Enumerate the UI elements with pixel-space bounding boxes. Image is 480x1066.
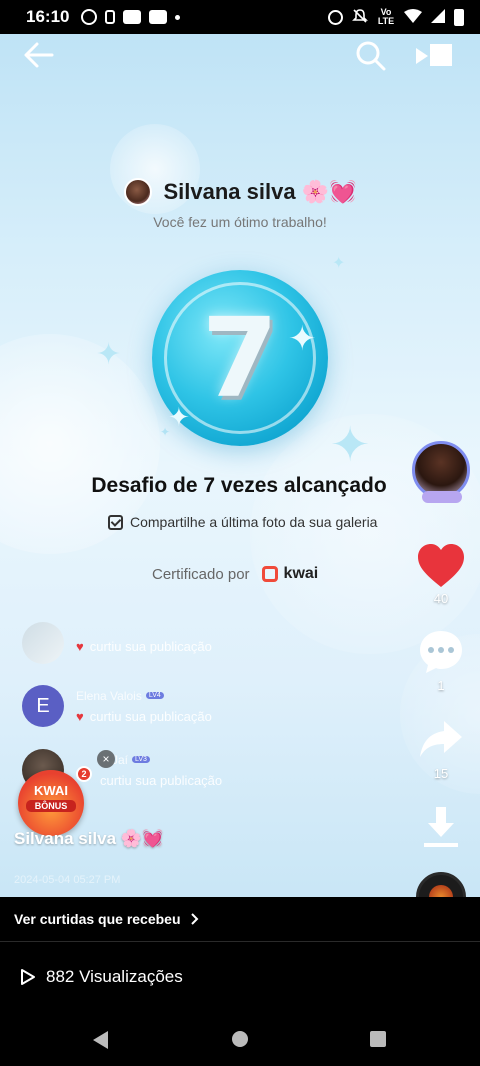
likes-received-link[interactable]: Ver curtidas que recebeu [14, 911, 199, 927]
download-icon [424, 807, 458, 847]
kwai-logo-icon [261, 566, 278, 582]
share-icon [420, 721, 462, 757]
comment-icon [420, 631, 462, 673]
search-button[interactable] [354, 40, 388, 72]
divider [0, 941, 480, 942]
sparkle-icon: ✦ [96, 338, 122, 371]
like-action: curtiu sua publicação [100, 772, 223, 788]
back-button[interactable] [22, 40, 58, 70]
congrats-subtitle: Você fez um ótimo trabalho! [153, 214, 327, 230]
level-badge: LV4 [145, 692, 164, 699]
download-button[interactable] [416, 805, 466, 851]
avatar[interactable] [123, 178, 152, 206]
avatar: E [22, 685, 64, 727]
alarm-icon [328, 9, 343, 25]
share-text: Compartilhe a última foto da sua galeria [130, 514, 378, 530]
avatar-frame-flowers [422, 491, 462, 503]
kwai-bonus-subtitle: BÔNUS [26, 800, 76, 812]
comment-button[interactable] [416, 629, 466, 675]
back-triangle-icon[interactable] [92, 1030, 110, 1050]
certified-by-label: Certificado por [152, 565, 250, 583]
whatsapp-icon [81, 9, 98, 25]
picture-in-picture-button[interactable] [414, 42, 456, 70]
play-icon [21, 969, 35, 985]
checkbox-icon [108, 514, 123, 530]
recents-square-icon[interactable] [369, 1030, 387, 1048]
challenge-badge: 7 ✦ ✦ [152, 270, 328, 446]
network-label: Vo LTE [377, 7, 395, 26]
kwai-brand: kwai [283, 565, 319, 582]
share-last-photo-prompt[interactable]: Compartilhe a última foto da sua galeria [108, 514, 377, 530]
wifi-icon [404, 9, 422, 25]
sparkle-icon: ✦ [332, 255, 346, 272]
navigation-bar [0, 1013, 480, 1066]
youtube-icon [149, 10, 168, 24]
heart-icon [418, 544, 464, 587]
back-arrow-icon [24, 42, 54, 68]
author-name: Silvana silva 🌸💓 [163, 179, 357, 204]
search-icon [356, 41, 386, 71]
mute-icon [352, 8, 368, 26]
views-count[interactable]: 882 Visualizações [20, 967, 183, 987]
status-bar: 16:10 Vo LTE [0, 0, 480, 34]
post-date: 2024-05-04 05:27 PM [14, 874, 121, 886]
sparkle-icon: ✦ [288, 320, 317, 358]
list-item[interactable]: ♥ curtiu sua publicação [22, 622, 212, 664]
bottom-sheet: Ver curtidas que recebeu 882 Visualizaçõ… [0, 897, 480, 1013]
system-icons: Vo LTE [328, 8, 464, 26]
author-header: Silvana silva 🌸💓 [0, 178, 480, 206]
youtube-icon [123, 10, 142, 24]
challenge-title: Desafio de 7 vezes alcançado [91, 474, 387, 497]
certification: Certificado por kwai [152, 565, 318, 583]
level-badge: LV3 [132, 756, 150, 763]
like-action: ♥ curtiu sua publicação [76, 708, 212, 724]
list-item[interactable]: E Elena Valois LV4 ♥ curtiu sua publicaç… [22, 685, 212, 727]
status-time: 16:10 [26, 7, 70, 26]
chevron-right-icon [190, 913, 198, 925]
sparkle-icon: ✦ [330, 419, 371, 472]
sparkle-icon: ✦ [168, 402, 190, 432]
bonus-count-badge: 2 [76, 766, 92, 782]
music-disc-button[interactable] [416, 872, 466, 897]
post-author[interactable]: Silvana silva 🌸💓 [14, 829, 163, 849]
heart-icon: ♥ [76, 638, 84, 654]
achievement-card[interactable]: Silvana silva 🌸💓 Você fez um ótimo traba… [0, 34, 480, 897]
cast-icon [105, 10, 116, 24]
like-action: ♥ curtiu sua publicação [76, 638, 212, 654]
home-circle-icon[interactable] [231, 1030, 249, 1048]
dot-icon [175, 14, 181, 20]
kwai-bonus-button[interactable]: KWAI BÔNUS 2 [18, 766, 92, 836]
heart-icon: ♥ [76, 708, 84, 724]
battery-icon [454, 8, 464, 26]
signal-icon [431, 9, 445, 25]
kwai-bonus-title: KWAI [34, 783, 68, 798]
like-count: 40 [433, 591, 449, 606]
picture-in-picture-icon [416, 44, 452, 66]
share-button[interactable] [416, 717, 466, 763]
avatar [22, 622, 64, 664]
liker-name: Elena Valois LV4 [76, 689, 212, 703]
close-icon[interactable]: × [97, 750, 115, 768]
comment-count: 1 [437, 678, 445, 693]
share-count: 15 [433, 766, 449, 781]
notification-icons [81, 9, 181, 25]
like-button[interactable] [416, 543, 466, 589]
music-icon [429, 885, 453, 897]
